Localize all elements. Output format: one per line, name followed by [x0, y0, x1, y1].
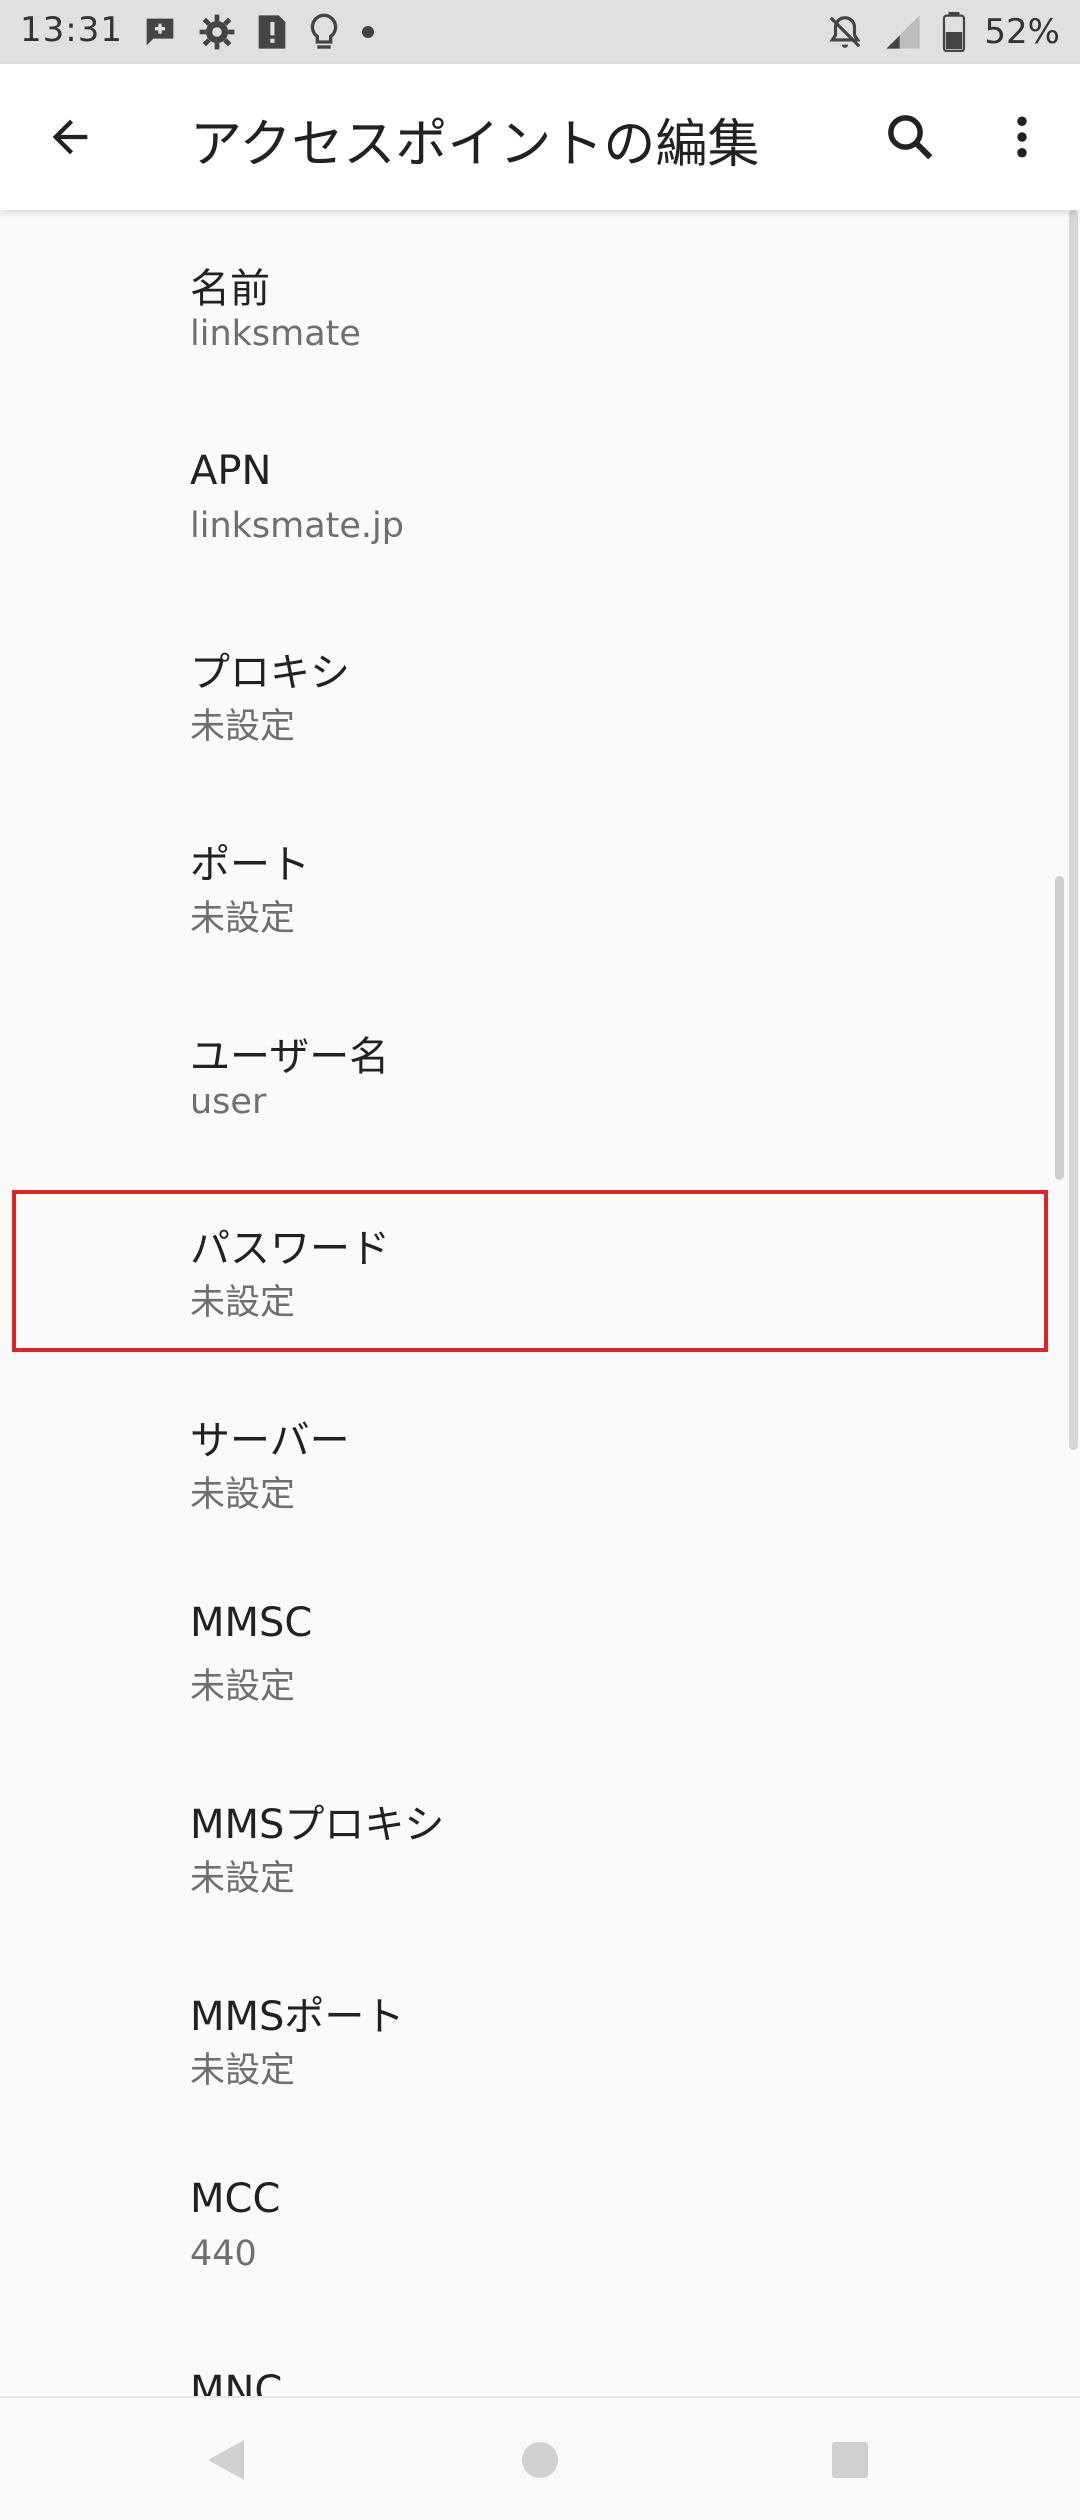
pref-item-mcc[interactable]: MCC 440 — [0, 2130, 1080, 2322]
nav-recents-icon — [832, 2442, 868, 2478]
screen: 13:31 52% アクセスポイントの編集 名前 linksmate APN l… — [0, 0, 1080, 2520]
pref-item-mmsc[interactable]: MMSC 未設定 — [0, 1554, 1080, 1746]
pref-title: 名前 — [190, 266, 270, 312]
pref-title: ポート — [190, 842, 310, 888]
notifications-off-icon — [829, 16, 862, 48]
pref-item-port[interactable]: ポート 未設定 — [0, 786, 1080, 978]
status-left-icons — [140, 10, 378, 54]
pref-item-username[interactable]: ユーザー名 user — [0, 978, 1080, 1170]
nav-back-button[interactable] — [186, 2420, 266, 2500]
pref-summary: 未設定 — [190, 2051, 296, 2091]
search-icon — [888, 115, 933, 160]
pref-title: ユーザー名 — [190, 1034, 390, 1080]
alert-sim-icon — [258, 15, 286, 49]
pref-summary: 未設定 — [190, 899, 296, 939]
pref-summary: 未設定 — [190, 1475, 296, 1515]
pref-item-server[interactable]: サーバー 未設定 — [0, 1362, 1080, 1554]
pref-title: MMSC — [190, 1600, 313, 1646]
more-vert-icon — [1017, 116, 1027, 158]
pref-title: MMSポート — [190, 1994, 405, 2040]
chat-plus-icon — [146, 18, 174, 46]
bulb-icon — [310, 13, 338, 49]
pref-item-proxy[interactable]: プロキシ 未設定 — [0, 594, 1080, 786]
pref-title: パスワード — [190, 1226, 390, 1272]
page-title: アクセスポイントの編集 — [190, 115, 760, 175]
search-button[interactable] — [870, 97, 950, 177]
more-options-button[interactable] — [982, 97, 1062, 177]
pref-item-mnc[interactable]: MNC 10 — [0, 2322, 1080, 2396]
pref-item-mms-port[interactable]: MMSポート 未設定 — [0, 1938, 1080, 2130]
pref-item-apn[interactable]: APN linksmate.jp — [0, 402, 1080, 594]
pref-title: プロキシ — [190, 650, 350, 696]
pref-item-password[interactable]: パスワード 未設定 — [0, 1170, 1080, 1362]
status-time: 13:31 — [20, 10, 123, 50]
pref-title: APN — [190, 448, 272, 494]
status-bar: 13:31 52% — [0, 0, 1080, 64]
back-button[interactable] — [30, 97, 110, 177]
pref-summary: linksmate — [190, 314, 361, 354]
pref-summary: 未設定 — [190, 1283, 296, 1323]
nav-back-icon — [208, 2440, 244, 2480]
pref-title: MMSプロキシ — [190, 1802, 445, 1848]
scrollbar-thumb[interactable] — [1055, 876, 1064, 1180]
dot-icon — [362, 26, 374, 38]
pref-title: MNC — [190, 2368, 283, 2396]
pref-title: MCC — [190, 2176, 281, 2222]
gear-icon — [199, 14, 235, 50]
pref-summary: 未設定 — [190, 1667, 296, 1707]
back-arrow-icon — [52, 119, 88, 155]
nav-home-icon — [522, 2442, 558, 2478]
pref-title: サーバー — [190, 1418, 350, 1464]
pref-summary: user — [190, 1082, 267, 1122]
pref-item-mms-proxy[interactable]: MMSプロキシ 未設定 — [0, 1746, 1080, 1938]
signal-icon — [886, 15, 921, 49]
battery-percent: 52% — [984, 12, 1060, 52]
pref-summary: 未設定 — [190, 1859, 296, 1899]
scroll-indicator[interactable] — [1069, 210, 1078, 1450]
pref-summary: linksmate.jp — [190, 506, 404, 546]
pref-summary: 440 — [190, 2234, 257, 2274]
pref-summary: 未設定 — [190, 707, 296, 747]
nav-home-button[interactable] — [500, 2420, 580, 2500]
app-bar: アクセスポイントの編集 — [0, 64, 1080, 210]
navigation-bar — [0, 2396, 1080, 2520]
nav-recents-button[interactable] — [810, 2420, 890, 2500]
status-right-icons: 52% — [826, 8, 1060, 56]
pref-item-name[interactable]: 名前 linksmate — [0, 210, 1080, 402]
apn-settings-list[interactable]: 名前 linksmate APN linksmate.jp プロキシ 未設定 ポ… — [0, 210, 1080, 2396]
battery-icon — [943, 12, 966, 52]
